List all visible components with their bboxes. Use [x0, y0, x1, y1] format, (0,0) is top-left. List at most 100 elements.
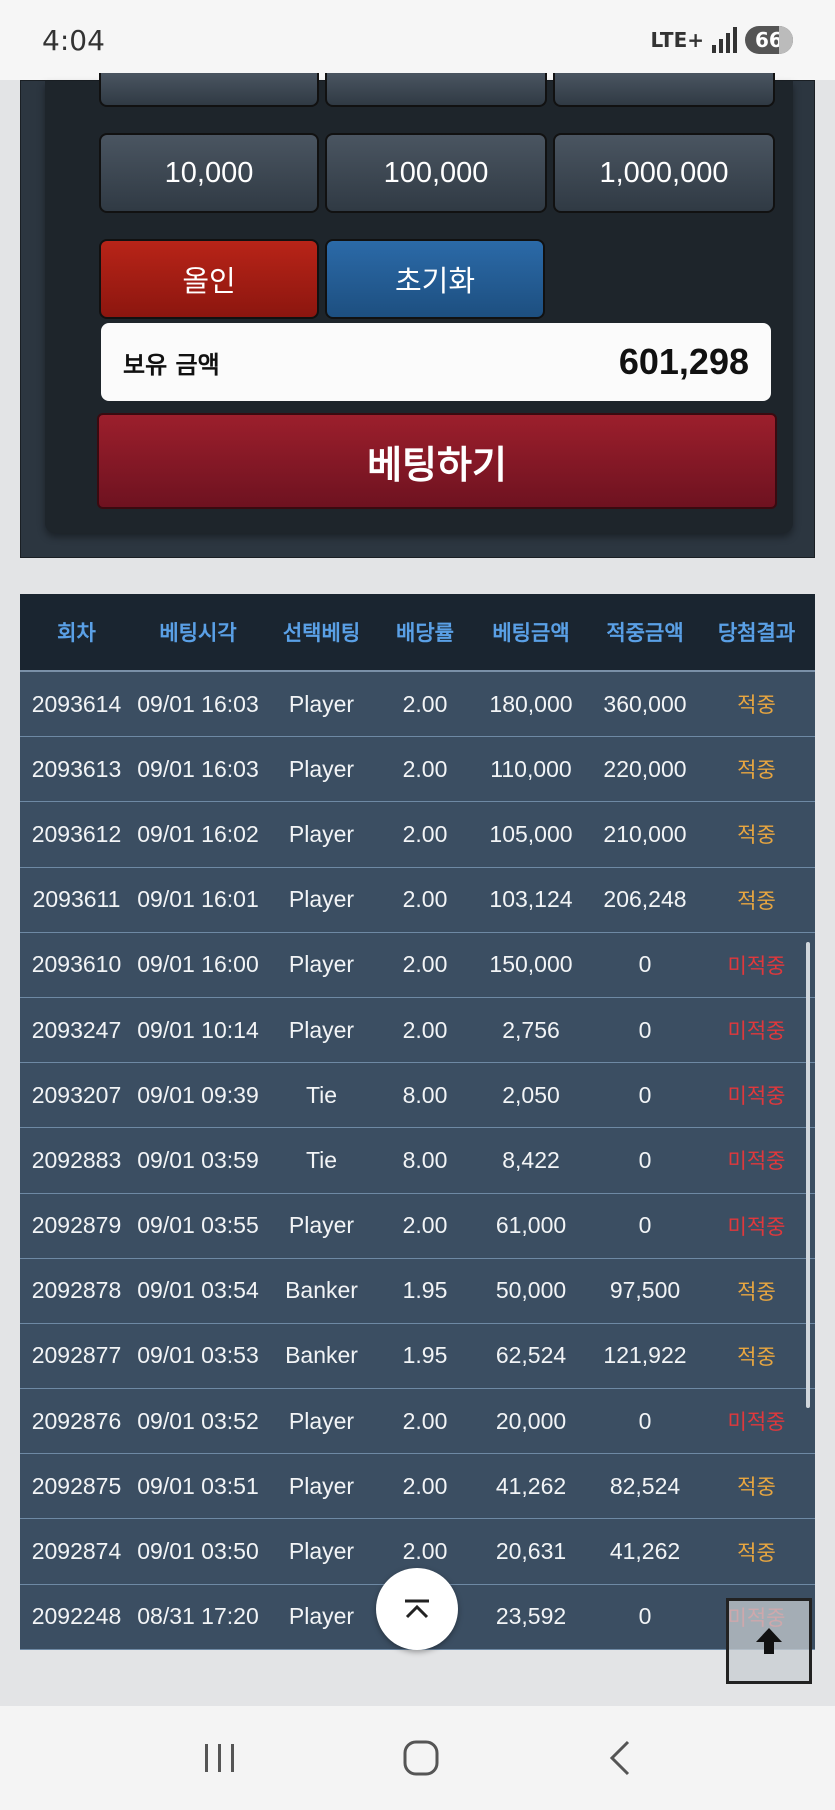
table-body: 2093614 09/01 16:03 Player 2.00 180,000 360,0…	[20, 672, 815, 1650]
system-nav-bar	[0, 1706, 835, 1810]
back-icon[interactable]	[604, 1738, 634, 1778]
table-cell: 2093247	[31, 1016, 122, 1043]
table-cell: 220,000	[603, 755, 687, 782]
chip-button-hidden-1[interactable]	[99, 73, 319, 107]
table-header: 회차 베팅시각 선택베팅 배당률 베팅금액 적중금액 당첨결과	[20, 594, 815, 672]
column-header: 베팅금액	[492, 621, 570, 645]
table-cell: 2092875	[31, 1472, 122, 1499]
table-cell: 2092876	[31, 1407, 122, 1434]
table-cell: 360,000	[603, 690, 687, 717]
table-cell: 210,000	[603, 820, 687, 847]
table-cell: 09/01 03:53	[137, 1342, 259, 1369]
table-cell: 2.00	[402, 1407, 448, 1434]
column-header: 선택베팅	[282, 621, 361, 645]
result-cell: 미적중	[727, 953, 786, 978]
table-cell: 2.00	[402, 820, 448, 847]
table-cell: Player	[288, 1407, 355, 1434]
table-cell: 2.00	[402, 1212, 448, 1239]
status-time: 4:04	[42, 23, 105, 57]
table-cell: Player	[288, 1212, 355, 1239]
table-cell: 180,000	[489, 690, 573, 717]
column-header: 회차	[57, 621, 96, 645]
result-cell: 적중	[737, 758, 776, 783]
table-cell: 09/01 10:14	[137, 1016, 259, 1043]
table-cell: 0	[638, 1212, 652, 1239]
chip-button-100000[interactable]: 100,000	[325, 133, 547, 213]
table-cell: Player	[288, 1016, 355, 1043]
table-row: 2093614 09/01 16:03 Player 2.00 180,000 360,0…	[20, 672, 815, 738]
balance-label: 보유 금액	[123, 350, 220, 379]
result-cell: 적중	[737, 1279, 776, 1304]
table-row: 2093207 09/01 09:39 Tie 8.00 2,050 0 미적중	[20, 1063, 815, 1129]
table-cell: 50,000	[495, 1277, 567, 1304]
table-cell: Banker	[285, 1342, 358, 1369]
table-row: 2092883 09/01 03:59 Tie 8.00 8,422 0 미적중	[20, 1128, 815, 1194]
table-cell: 103,124	[489, 886, 573, 913]
status-indicators: LTE+ 66	[650, 26, 793, 54]
reset-button[interactable]: 초기화	[325, 239, 545, 319]
table-cell: 2093612	[31, 820, 122, 847]
table-cell: 2093614	[31, 690, 122, 717]
column-header: 배당률	[396, 621, 454, 645]
table-cell: 09/01 03:54	[137, 1277, 259, 1304]
table-cell: 09/01 03:59	[137, 1146, 259, 1173]
chip-button-10000[interactable]: 10,000	[99, 133, 319, 213]
table-cell: 8.00	[402, 1081, 448, 1108]
network-type: LTE+	[650, 28, 705, 52]
table-cell: 2092877	[31, 1342, 122, 1369]
table-cell: 8,422	[502, 1146, 560, 1173]
table-cell: 20,000	[495, 1407, 567, 1434]
recent-apps-icon[interactable]	[202, 1741, 238, 1775]
table-cell: 1.95	[402, 1277, 448, 1304]
table-cell: Player	[288, 1472, 355, 1499]
table-cell: Player	[288, 820, 355, 847]
table-cell: 110,000	[490, 755, 572, 782]
table-cell: 0	[638, 1146, 652, 1173]
table-cell: Player	[288, 886, 355, 913]
table-cell: 1.95	[402, 1342, 448, 1369]
table-cell: 0	[638, 1081, 652, 1108]
chip-button-hidden-2[interactable]	[325, 73, 547, 107]
table-cell: Tie	[305, 1081, 338, 1108]
result-cell: 적중	[737, 1540, 776, 1565]
back-to-top-button[interactable]	[726, 1598, 812, 1684]
scrollbar[interactable]	[806, 942, 810, 1408]
table-cell: 2093207	[31, 1081, 122, 1108]
betting-panel-inner: 10,000 100,000 1,000,000 올인 초기화 보유 금액 60…	[45, 73, 793, 533]
column-header: 베팅시각	[159, 621, 237, 645]
result-cell: 미적중	[727, 1410, 786, 1435]
table-cell: 09/01 16:03	[137, 690, 259, 717]
table-row: 2093247 09/01 10:14 Player 2.00 2,756 0 미적중	[20, 998, 815, 1064]
place-bet-button[interactable]: 베팅하기	[97, 413, 777, 509]
result-cell: 적중	[737, 888, 776, 913]
arrow-up-icon	[756, 1628, 782, 1654]
table-row: 2093612 09/01 16:02 Player 2.00 105,000 210,0…	[20, 802, 815, 868]
table-cell: 121,922	[603, 1342, 687, 1369]
bet-history-table: 회차 베팅시각 선택베팅 배당률 베팅금액 적중금액 당첨결과 2093614 0…	[20, 594, 815, 1650]
table-cell: 2092248	[31, 1603, 122, 1630]
scroll-top-button[interactable]	[376, 1568, 458, 1650]
table-row: 2093611 09/01 16:01 Player 2.00 103,124 206,2…	[20, 868, 815, 933]
result-cell: 미적중	[727, 1214, 786, 1239]
table-cell: 2093610	[31, 951, 122, 978]
table-row: 2092878 09/01 03:54 Banker 1.95 50,000 97,500…	[20, 1259, 815, 1324]
table-cell: 2.00	[402, 755, 448, 782]
chip-button-1000000[interactable]: 1,000,000	[553, 133, 775, 213]
table-row: 2092876 09/01 03:52 Player 2.00 20,000 0 미적중	[20, 1389, 815, 1455]
result-cell: 적중	[737, 1344, 776, 1369]
result-cell: 미적중	[727, 1019, 786, 1044]
table-cell: 2092874	[31, 1538, 122, 1565]
column-header: 당첨결과	[717, 621, 796, 645]
table-cell: 97,500	[609, 1277, 681, 1304]
table-row: 2092875 09/01 03:51 Player 2.00 41,262 82,524…	[20, 1454, 815, 1520]
battery-indicator: 66	[745, 26, 793, 54]
allin-button[interactable]: 올인	[99, 239, 319, 319]
table-row: 2092877 09/01 03:53 Banker 1.95 62,524 121,92…	[20, 1324, 815, 1390]
table-cell: 2093611	[32, 886, 121, 913]
table-cell: 09/01 03:51	[137, 1472, 259, 1499]
table-cell: 0	[638, 951, 652, 978]
table-cell: 206,248	[603, 886, 687, 913]
home-icon[interactable]	[401, 1738, 441, 1778]
chip-button-hidden-3[interactable]	[553, 73, 775, 107]
table-cell: 61,000	[495, 1212, 567, 1239]
